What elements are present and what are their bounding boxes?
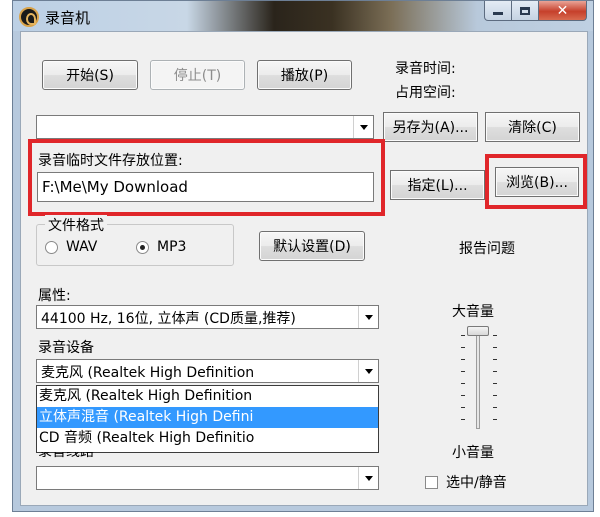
temp-path-label: 录音临时文件存放位置: <box>38 153 183 169</box>
format-option-mp3: MP3 <box>157 239 187 255</box>
minimize-icon <box>493 12 503 15</box>
slider-tick <box>461 371 465 372</box>
title-bar[interactable]: 录音机 ✕ <box>13 1 593 31</box>
device-option[interactable]: CD 音频 (Realtek High Definitio <box>37 428 378 449</box>
device-option-selected[interactable]: 立体声混音 (Realtek High Defini <box>37 407 378 428</box>
properties-value: 44100 Hz, 16位, 立体声 (CD质量,推荐) <box>41 311 296 327</box>
start-button[interactable]: 开始(S) <box>42 60 138 90</box>
maximize-icon <box>520 6 530 15</box>
format-radio-mp3[interactable]: MP3 <box>136 239 186 255</box>
report-issue-link[interactable]: 报告问题 <box>459 238 515 258</box>
slider-tick <box>493 407 497 408</box>
device-dropdown-list: 麦克风 (Realtek High Definition 立体声混音 (Real… <box>36 385 379 453</box>
slider-tick <box>461 407 465 408</box>
slider-tick <box>461 347 465 348</box>
volume-slider-thumb[interactable] <box>467 326 489 336</box>
client-area: 开始(S) 停止(T) 播放(P) 录音时间: 占用空间: 另存为(A)... … <box>20 31 588 506</box>
radio-icon <box>45 240 58 254</box>
close-button[interactable]: ✕ <box>539 1 587 21</box>
slider-tick <box>461 335 465 336</box>
app-logo-icon <box>19 7 39 27</box>
temp-path-value: F:\Me\My Download <box>42 178 188 196</box>
slider-tick <box>493 419 497 420</box>
slider-tick <box>493 359 497 360</box>
stop-button[interactable]: 停止(T) <box>150 60 245 90</box>
device-label: 录音设备 <box>38 340 94 356</box>
save-as-button[interactable]: 另存为(A)... <box>383 112 478 142</box>
checkbox-icon <box>425 475 438 489</box>
volume-slider-track[interactable] <box>476 331 480 429</box>
close-icon: ✕ <box>556 2 569 19</box>
device-combo[interactable]: 麦克风 (Realtek High Definition <box>36 359 379 383</box>
slider-tick <box>461 359 465 360</box>
window-controls: ✕ <box>484 1 587 21</box>
device-option[interactable]: 麦克风 (Realtek High Definition <box>37 386 378 407</box>
mute-label: 选中/静音 <box>446 475 507 491</box>
slider-tick <box>493 383 497 384</box>
slider-tick <box>461 419 465 420</box>
clear-button[interactable]: 清除(C) <box>485 112 580 142</box>
format-radio-wav[interactable]: WAV <box>45 239 97 255</box>
file-combo[interactable] <box>36 115 374 139</box>
mute-checkbox[interactable]: 选中/静音 <box>425 472 507 492</box>
properties-label: 属性: <box>38 288 71 304</box>
temp-path-input[interactable]: F:\Me\My Download <box>37 172 374 202</box>
min-volume-label: 小音量 <box>452 445 494 461</box>
chevron-down-icon[interactable] <box>358 467 378 489</box>
specify-button[interactable]: 指定(L)... <box>390 170 485 200</box>
slider-tick <box>493 371 497 372</box>
chevron-down-icon[interactable] <box>353 116 373 138</box>
max-volume-label: 大音量 <box>452 304 494 320</box>
device-value: 麦克风 (Realtek High Definition <box>41 365 255 381</box>
play-button[interactable]: 播放(P) <box>257 60 352 90</box>
slider-tick <box>461 395 465 396</box>
format-label: 文件格式 <box>45 215 107 235</box>
space-used-label: 占用空间: <box>395 85 456 101</box>
format-option-wav: WAV <box>66 239 98 255</box>
slider-tick <box>493 335 497 336</box>
line-label: 录音线路 <box>38 452 94 460</box>
chevron-down-icon[interactable] <box>358 306 378 328</box>
recorder-window: 录音机 ✕ 开始(S) 停止(T) 播放(P) 录音时间: 占用空间: 另存为(… <box>12 0 594 512</box>
window-title: 录音机 <box>45 9 91 27</box>
browse-button[interactable]: 浏览(B)... <box>495 167 579 197</box>
line-combo[interactable] <box>36 466 379 490</box>
properties-combo[interactable]: 44100 Hz, 16位, 立体声 (CD质量,推荐) <box>36 305 379 329</box>
radio-selected-icon <box>136 240 149 254</box>
maximize-button[interactable] <box>512 1 539 21</box>
default-settings-button[interactable]: 默认设置(D) <box>259 231 365 261</box>
slider-tick <box>493 395 497 396</box>
slider-tick <box>461 383 465 384</box>
minimize-button[interactable] <box>484 1 512 21</box>
record-time-label: 录音时间: <box>395 61 456 77</box>
chevron-down-icon[interactable] <box>358 360 378 382</box>
slider-tick <box>493 347 497 348</box>
